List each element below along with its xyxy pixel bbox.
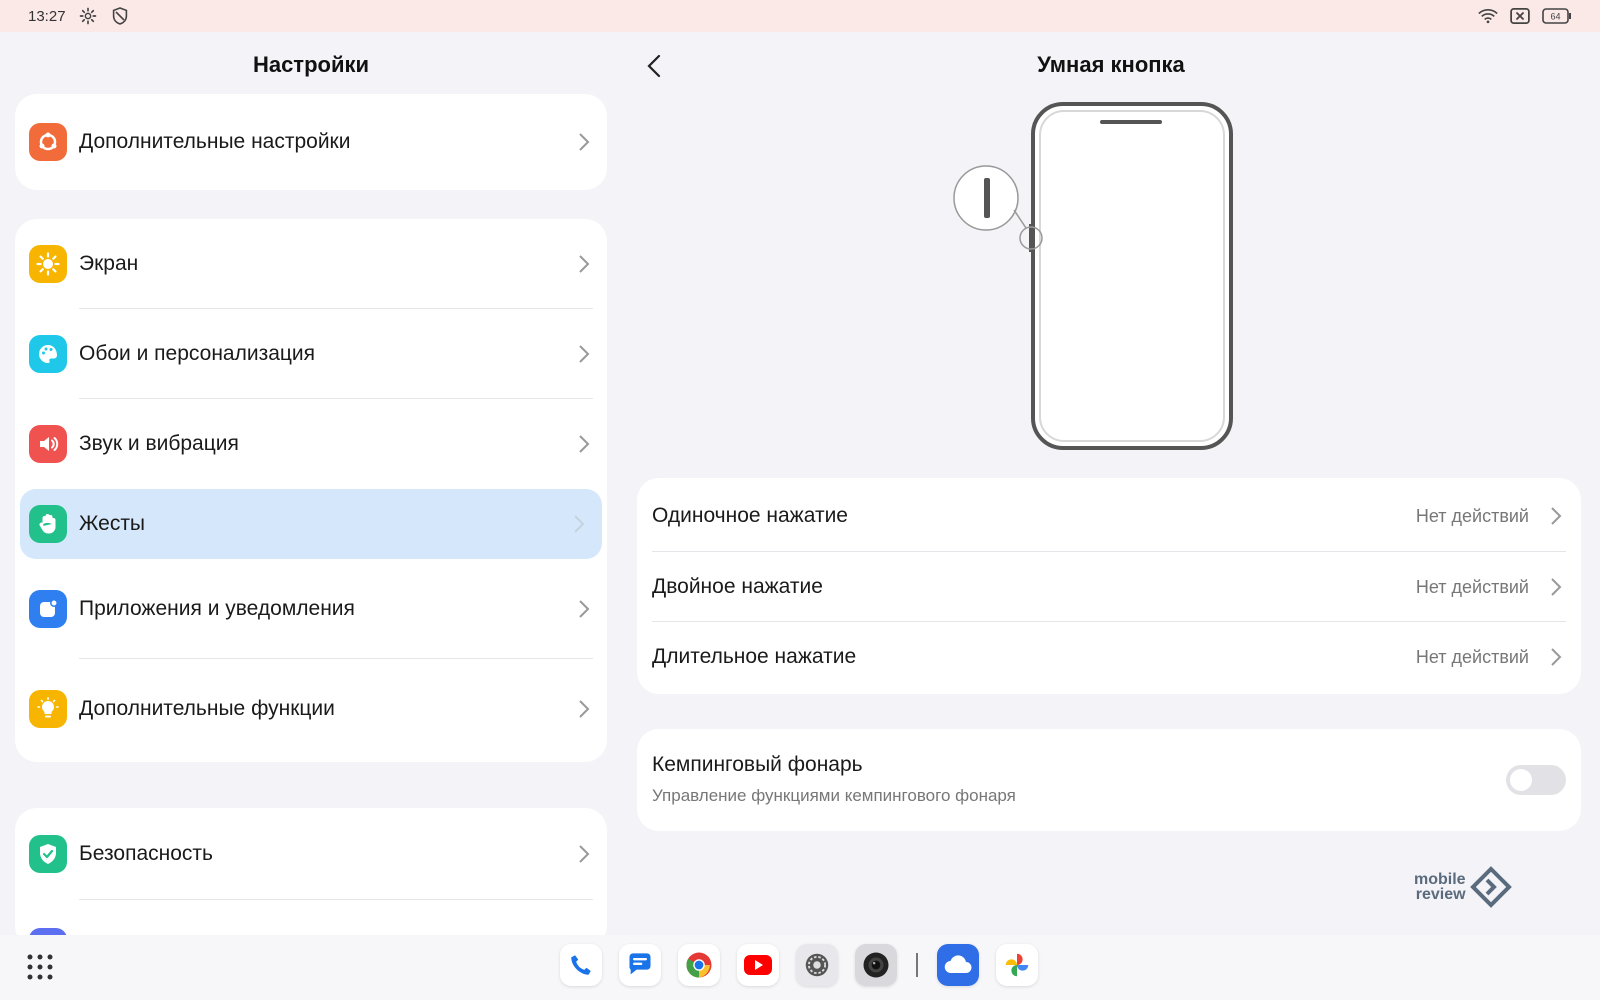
phone-icon[interactable] [560,944,602,986]
page-title: Настройки [252,52,370,77]
watermark-logo: mobile review [1414,866,1512,908]
watermark-line2: review [1415,886,1466,903]
security-shield-icon [29,835,67,873]
status-bar: 13:27 64 [0,0,1600,32]
apps-icon [29,590,67,628]
double-press-row[interactable]: Двойное нажатие Нет действий [637,552,1581,622]
youtube-icon[interactable] [737,944,779,986]
phone-illustration-icon [953,102,1233,450]
battery-icon: 64 [1542,6,1572,26]
partial-app-icon [29,928,67,935]
settings-item-label: Безопасность [79,842,213,865]
bulb-icon [29,690,67,728]
camera-icon[interactable] [855,944,897,986]
sun-icon [29,245,67,283]
chevron-right-icon [579,845,590,863]
battery-level: 64 [1550,12,1560,22]
settings-item-label: Экран [79,252,139,275]
settings-group: Экран Обои и персонализация Звук и вибра… [15,219,607,762]
action-value: Нет действий [1415,576,1529,597]
camping-light-card: Кемпинговый фонарь Управление функциями … [637,729,1581,831]
action-label: Длительное нажатие [652,645,857,668]
settings-item-label: Приложения и уведомления [79,597,355,620]
clock: 13:27 [28,7,66,25]
settings-group: Дополнительные настройки [15,94,607,190]
settings-group: Безопасность [15,808,607,935]
palette-icon [29,335,67,373]
chevron-right-icon [579,345,590,363]
toggle-knob [1510,769,1532,791]
settings-item-security[interactable]: Безопасность [15,808,607,900]
action-value: Нет действий [1415,646,1529,667]
settings-item-extra-features[interactable]: Дополнительные функции [15,659,607,759]
settings-item-display[interactable]: Экран [15,219,607,309]
dock-divider [916,953,918,977]
watermark-diamond-icon [1469,866,1512,908]
camping-light-toggle[interactable] [1506,765,1566,795]
settings-item-label: Обои и персонализация [79,342,316,365]
chevron-right-icon [579,700,590,718]
app-drawer-icon[interactable] [26,953,54,981]
settings-item-partial[interactable] [15,900,607,935]
photos-icon[interactable] [996,944,1038,986]
chrome-icon[interactable] [678,944,720,986]
messages-icon[interactable] [619,944,661,986]
settings-item-label: Дополнительные настройки [79,130,351,153]
chevron-right-icon [579,133,590,151]
advanced-settings-icon [29,123,67,161]
watermark-text: mobile review [1414,871,1466,903]
settings-pane: Настройки Дополнительные настройки Экран… [0,32,622,935]
detail-title: Умная кнопка [1037,52,1185,77]
hand-icon [29,505,67,543]
shield-icon [110,6,130,26]
speaker-icon [29,425,67,463]
settings-item-label: Дополнительные функции [79,697,335,720]
chevron-right-icon [579,600,590,618]
settings-item-advanced[interactable]: Дополнительные настройки [15,94,607,190]
chevron-right-icon [579,255,590,273]
watermark-line1: mobile [1414,871,1466,888]
settings-item-sound[interactable]: Звук и вибрация [15,399,607,489]
detail-pane: Умная кнопка Одиночное нажатие Нет дейст… [622,32,1600,935]
action-label: Двойное нажатие [652,575,823,598]
dock-apps [560,944,1038,986]
chevron-right-icon [1551,648,1562,666]
chevron-right-icon [579,435,590,453]
camping-light-description: Управление функциями кемпингового фонаря [652,786,1016,805]
chevron-right-icon [1551,578,1562,596]
gear-icon [78,6,98,26]
dock [0,935,1600,1000]
action-value: Нет действий [1415,505,1529,526]
settings-item-label: Звук и вибрация [79,432,239,455]
settings-item-label: Жесты [79,512,146,535]
settings-item-apps[interactable]: Приложения и уведомления [15,559,607,659]
smart-button-actions: Одиночное нажатие Нет действий Двойное н… [637,478,1581,694]
cloud-icon[interactable] [937,944,979,986]
action-label: Одиночное нажатие [652,504,848,527]
settings-item-gestures[interactable]: Жесты [20,489,602,559]
settings-item-wallpaper[interactable]: Обои и персонализация [15,309,607,399]
sim-off-icon [1510,6,1530,26]
single-press-row[interactable]: Одиночное нажатие Нет действий [637,480,1581,552]
long-press-row[interactable]: Длительное нажатие Нет действий [637,622,1581,692]
settings-icon[interactable] [796,944,838,986]
camping-light-title: Кемпинговый фонарь [652,753,863,776]
wifi-icon [1478,6,1498,26]
chevron-right-icon [1551,507,1562,525]
chevron-right-icon [574,515,585,533]
